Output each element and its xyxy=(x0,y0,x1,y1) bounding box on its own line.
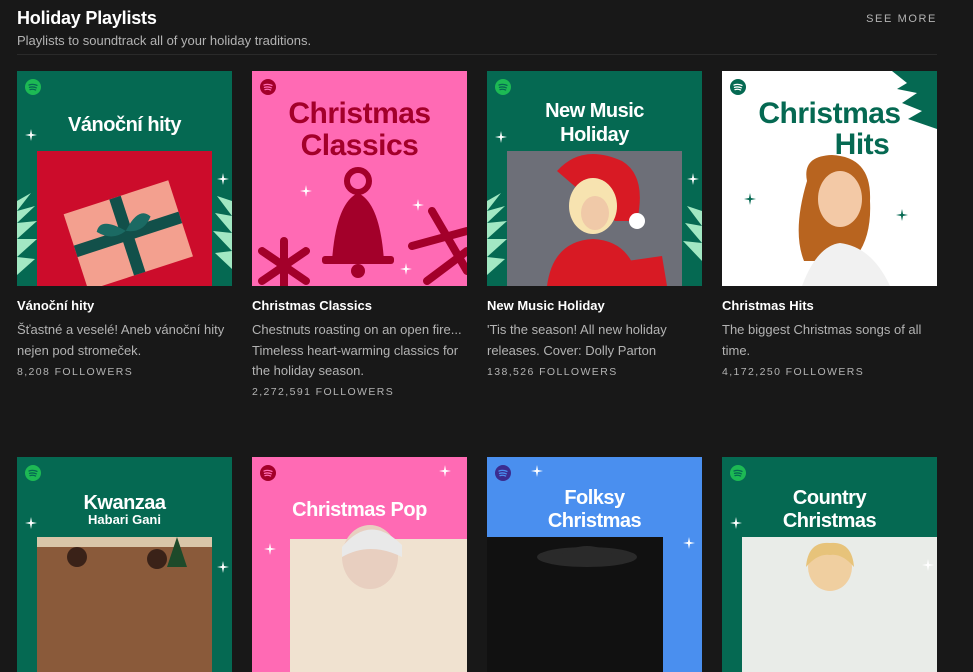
playlist-card-christmas-pop[interactable]: Christmas Pop xyxy=(252,457,467,672)
playlist-cover[interactable]: Christmas Pop xyxy=(252,457,467,672)
playlist-card-vanocni-hity[interactable]: Vánoční hity Vánoční hity Šťastné a vese… xyxy=(17,71,232,378)
playlist-cover[interactable]: Vánoční hity xyxy=(17,71,232,286)
sparkle-icon xyxy=(412,199,424,211)
playlist-cover[interactable]: Christmas Hits xyxy=(722,71,937,286)
playlist-card-christmas-classics[interactable]: Christmas Classics Christmas Classics Ch… xyxy=(252,71,467,398)
sparkle-icon xyxy=(495,131,507,143)
card-title[interactable]: Christmas Classics xyxy=(252,298,372,313)
card-description: The biggest Christmas songs of all time. xyxy=(722,322,922,358)
bell-illustration xyxy=(258,167,467,286)
card-followers: 138,526 FOLLOWERS xyxy=(487,366,618,378)
playlist-cover[interactable]: Christmas Classics xyxy=(252,71,467,286)
sparkle-icon xyxy=(264,543,276,555)
playlist-cover[interactable]: New Music Holiday xyxy=(487,71,702,286)
playlist-card-country-christmas[interactable]: Country Christmas xyxy=(722,457,937,672)
card-followers: 8,208 FOLLOWERS xyxy=(17,366,134,378)
card-title[interactable]: Christmas Hits xyxy=(722,298,814,313)
playlist-card-new-music-holiday[interactable]: New Music Holiday New Music Holiday 'Tis… xyxy=(487,71,702,378)
playlist-cover[interactable]: Folksy Christmas xyxy=(487,457,702,672)
shelf-title[interactable]: Holiday Playlists xyxy=(17,8,157,29)
card-followers: 4,172,250 FOLLOWERS xyxy=(722,366,865,378)
cover-photo-artist xyxy=(487,151,702,286)
sparkle-icon xyxy=(25,517,37,529)
cover-photo-artist xyxy=(742,537,937,672)
sparkle-icon xyxy=(744,193,756,205)
gift-illustration xyxy=(17,151,232,286)
card-followers: 2,272,591 FOLLOWERS xyxy=(252,386,395,398)
playlist-card-folksy-christmas[interactable]: Folksy Christmas xyxy=(487,457,702,672)
card-description: 'Tis the season! All new holiday release… xyxy=(487,322,667,358)
see-more-link[interactable]: SEE MORE xyxy=(866,13,937,25)
sparkle-icon xyxy=(922,559,934,571)
playlist-card-kwanzaa[interactable]: Kwanzaa Habari Gani xyxy=(17,457,232,672)
card-description: Šťastné a veselé! Aneb vánoční hity neje… xyxy=(17,322,225,358)
sparkle-icon xyxy=(896,209,908,221)
shelf-subtitle: Playlists to soundtrack all of your holi… xyxy=(17,33,312,48)
sparkle-icon xyxy=(439,465,451,477)
sparkle-icon xyxy=(400,263,412,275)
playlist-cover[interactable]: Country Christmas xyxy=(722,457,937,672)
sparkle-icon xyxy=(687,173,699,185)
playlist-card-christmas-hits[interactable]: Christmas Hits Christmas Hits The bigges… xyxy=(722,71,937,378)
card-title[interactable]: Vánoční hity xyxy=(17,298,94,313)
sparkle-icon xyxy=(730,517,742,529)
cover-photo-artist xyxy=(798,71,937,286)
cover-photo-artist xyxy=(487,537,663,672)
card-description: Chestnuts roasting on an open fire... Ti… xyxy=(252,322,462,378)
sparkle-icon xyxy=(217,561,229,573)
playlist-cover[interactable]: Kwanzaa Habari Gani xyxy=(17,457,232,672)
sparkle-icon xyxy=(531,465,543,477)
sparkle-icon xyxy=(683,537,695,549)
sparkle-icon xyxy=(25,129,37,141)
cover-photo xyxy=(37,537,212,672)
sparkle-icon xyxy=(300,185,312,197)
card-title[interactable]: New Music Holiday xyxy=(487,298,605,313)
cover-photo-artist xyxy=(290,525,467,672)
shelf-header: Holiday Playlists Playlists to soundtrac… xyxy=(17,8,937,55)
sparkle-icon xyxy=(217,173,229,185)
